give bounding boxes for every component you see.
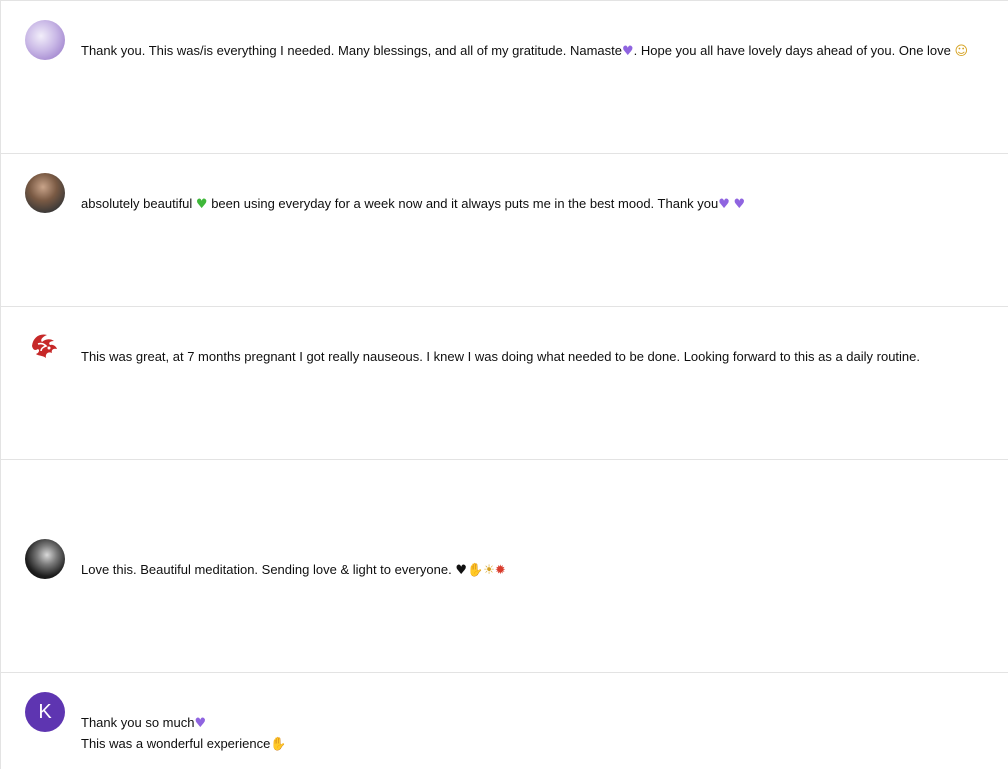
smiling-face-icon: ☺	[954, 44, 969, 59]
comment-line: Thank you so much♥	[81, 713, 287, 734]
collision-icon: ✹	[494, 563, 506, 578]
comment-text: Love this. Beautiful meditation. Sending…	[81, 560, 506, 581]
comment-text: absolutely beautiful ♥ been using everyd…	[81, 194, 745, 215]
sun-icon: ☀	[483, 563, 495, 578]
comment-text-part: This was a wonderful experience	[81, 736, 271, 751]
comment-row: K Thank you so much♥ This was a wonderfu…	[1, 672, 1008, 769]
comment-row: This was great, at 7 months pregnant I g…	[1, 306, 1008, 459]
comment-text-part: Love this. Beautiful meditation. Sending…	[81, 562, 456, 577]
avatar[interactable]: K	[25, 692, 65, 732]
comment-text-part: been using everyday for a week now and i…	[207, 196, 719, 211]
comment-line: This was a wonderful experience✋	[81, 734, 287, 755]
comment-text: Thank you so much♥ This was a wonderful …	[81, 713, 287, 755]
purple-heart-icon: ♥	[718, 197, 730, 212]
folded-hands-icon: ✋	[270, 737, 287, 752]
comment-text-part: . Hope you all have lovely days ahead of…	[633, 43, 955, 58]
comment-text: Thank you. This was/is everything I need…	[81, 41, 968, 62]
comment-row: Thank you. This was/is everything I need…	[1, 0, 1008, 153]
comment-text-part: Thank you so much	[81, 715, 195, 730]
avatar[interactable]	[25, 20, 65, 60]
comment-row: absolutely beautiful ♥ been using everyd…	[1, 153, 1008, 306]
purple-heart-icon: ♥	[194, 716, 207, 731]
comment-list: Thank you. This was/is everything I need…	[0, 0, 1008, 769]
avatar[interactable]	[25, 173, 65, 213]
comment-text-part: absolutely beautiful	[81, 196, 196, 211]
purple-heart-icon: ♥	[733, 197, 746, 212]
purple-heart-icon: ♥	[621, 44, 634, 59]
dragon-logo-icon	[32, 334, 57, 358]
comment-text: This was great, at 7 months pregnant I g…	[81, 349, 921, 364]
green-heart-icon: ♥	[195, 197, 208, 212]
black-heart-icon: ♥	[455, 563, 467, 578]
comment-text-part: Thank you. This was/is everything I need…	[81, 43, 622, 58]
comment-row: Love this. Beautiful meditation. Sending…	[1, 459, 1008, 672]
avatar[interactable]	[25, 326, 65, 366]
folded-hands-icon: ✋	[467, 563, 484, 578]
avatar[interactable]	[25, 539, 65, 579]
